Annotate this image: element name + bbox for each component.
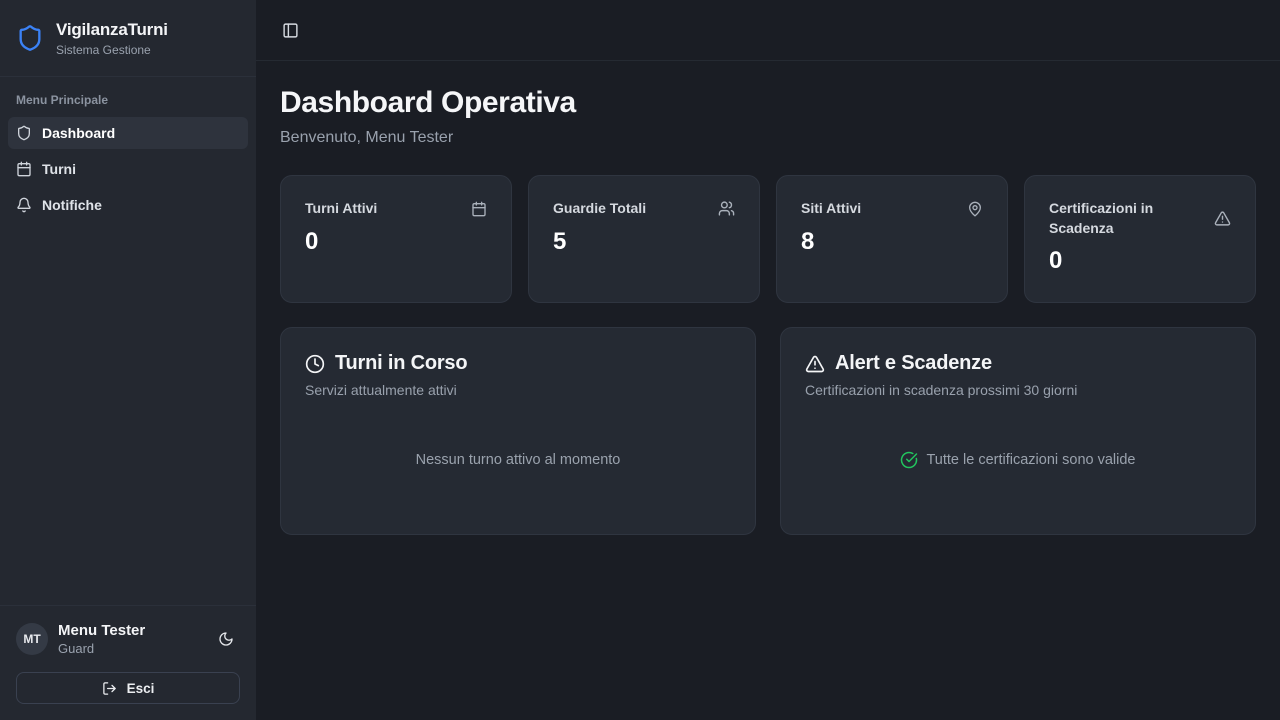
panel-left-icon [282, 22, 299, 39]
app-identity: VigilanzaTurni Sistema Gestione [56, 20, 168, 57]
stat-card-siti-attivi: Siti Attivi 8 [776, 175, 1008, 303]
panel-subtitle: Servizi attualmente attivi [305, 382, 731, 398]
nav-section-label: Menu Principale [8, 93, 248, 107]
stat-value: 5 [553, 228, 735, 256]
panel-title: Alert e Scadenze [835, 352, 992, 375]
map-pin-icon [967, 201, 983, 217]
user-meta: Menu Tester Guard [58, 622, 202, 656]
calendar-icon [16, 161, 32, 177]
clock-icon [305, 354, 325, 374]
sidebar-footer: MT Menu Tester Guard Esci [0, 605, 256, 720]
triangle-alert-icon [805, 354, 825, 374]
stats-grid: Turni Attivi 0 Guardie Totali 5 [280, 175, 1256, 303]
moon-icon [218, 631, 234, 647]
welcome-text: Benvenuto, Menu Tester [280, 129, 1256, 147]
bell-icon [16, 197, 32, 213]
stat-value: 0 [305, 228, 487, 256]
log-out-icon [102, 681, 117, 696]
empty-state: Nessun turno attivo al momento [305, 398, 731, 510]
panel-title: Turni in Corso [335, 352, 467, 375]
app-subtitle: Sistema Gestione [56, 43, 168, 57]
stat-label: Siti Attivi [801, 199, 861, 219]
logout-label: Esci [127, 681, 155, 696]
triangle-alert-icon [1214, 210, 1231, 227]
user-row: MT Menu Tester Guard [16, 622, 240, 656]
check-circle-icon [900, 451, 918, 469]
main-area: Dashboard Operativa Benvenuto, Menu Test… [256, 0, 1280, 720]
sidebar-nav: Menu Principale Dashboard Turni Notifich… [0, 77, 256, 241]
avatar: MT [16, 623, 48, 655]
stat-value: 8 [801, 228, 983, 256]
sidebar-item-label: Notifiche [42, 197, 102, 213]
panel-subtitle: Certificazioni in scadenza prossimi 30 g… [805, 382, 1231, 398]
sidebar: VigilanzaTurni Sistema Gestione Menu Pri… [0, 0, 256, 720]
empty-state-text: Tutte le certificazioni sono valide [926, 452, 1135, 468]
stat-card-certificazioni: Certificazioni in Scadenza 0 [1024, 175, 1256, 303]
stat-card-turni-attivi: Turni Attivi 0 [280, 175, 512, 303]
shield-icon [16, 125, 32, 141]
user-role: Guard [58, 641, 202, 656]
panel-alert-scadenze: Alert e Scadenze Certificazioni in scade… [780, 327, 1256, 535]
empty-state: Tutte le certificazioni sono valide [805, 398, 1231, 510]
logout-button[interactable]: Esci [16, 672, 240, 704]
users-icon [718, 200, 735, 217]
app-title: VigilanzaTurni [56, 20, 168, 40]
user-name: Menu Tester [58, 622, 202, 639]
content: Dashboard Operativa Benvenuto, Menu Test… [256, 61, 1280, 720]
stat-card-guardie-totali: Guardie Totali 5 [528, 175, 760, 303]
empty-state-text: Nessun turno attivo al momento [416, 452, 621, 468]
stat-label: Turni Attivi [305, 199, 377, 219]
sidebar-toggle-button[interactable] [278, 18, 302, 42]
panel-turni-in-corso: Turni in Corso Servizi attualmente attiv… [280, 327, 756, 535]
stat-label: Certificazioni in Scadenza [1049, 199, 1202, 238]
sidebar-item-dashboard[interactable]: Dashboard [8, 117, 248, 149]
shield-logo-icon [16, 24, 44, 52]
stat-value: 0 [1049, 247, 1231, 275]
sidebar-item-notifiche[interactable]: Notifiche [8, 189, 248, 221]
sidebar-item-label: Turni [42, 161, 76, 177]
calendar-icon [471, 201, 487, 217]
sidebar-item-turni[interactable]: Turni [8, 153, 248, 185]
topbar [256, 0, 1280, 61]
page-title: Dashboard Operativa [280, 86, 1256, 120]
panels-grid: Turni in Corso Servizi attualmente attiv… [280, 327, 1256, 535]
sidebar-header: VigilanzaTurni Sistema Gestione [0, 0, 256, 77]
stat-label: Guardie Totali [553, 199, 646, 219]
sidebar-item-label: Dashboard [42, 125, 115, 141]
theme-toggle-button[interactable] [212, 625, 240, 653]
